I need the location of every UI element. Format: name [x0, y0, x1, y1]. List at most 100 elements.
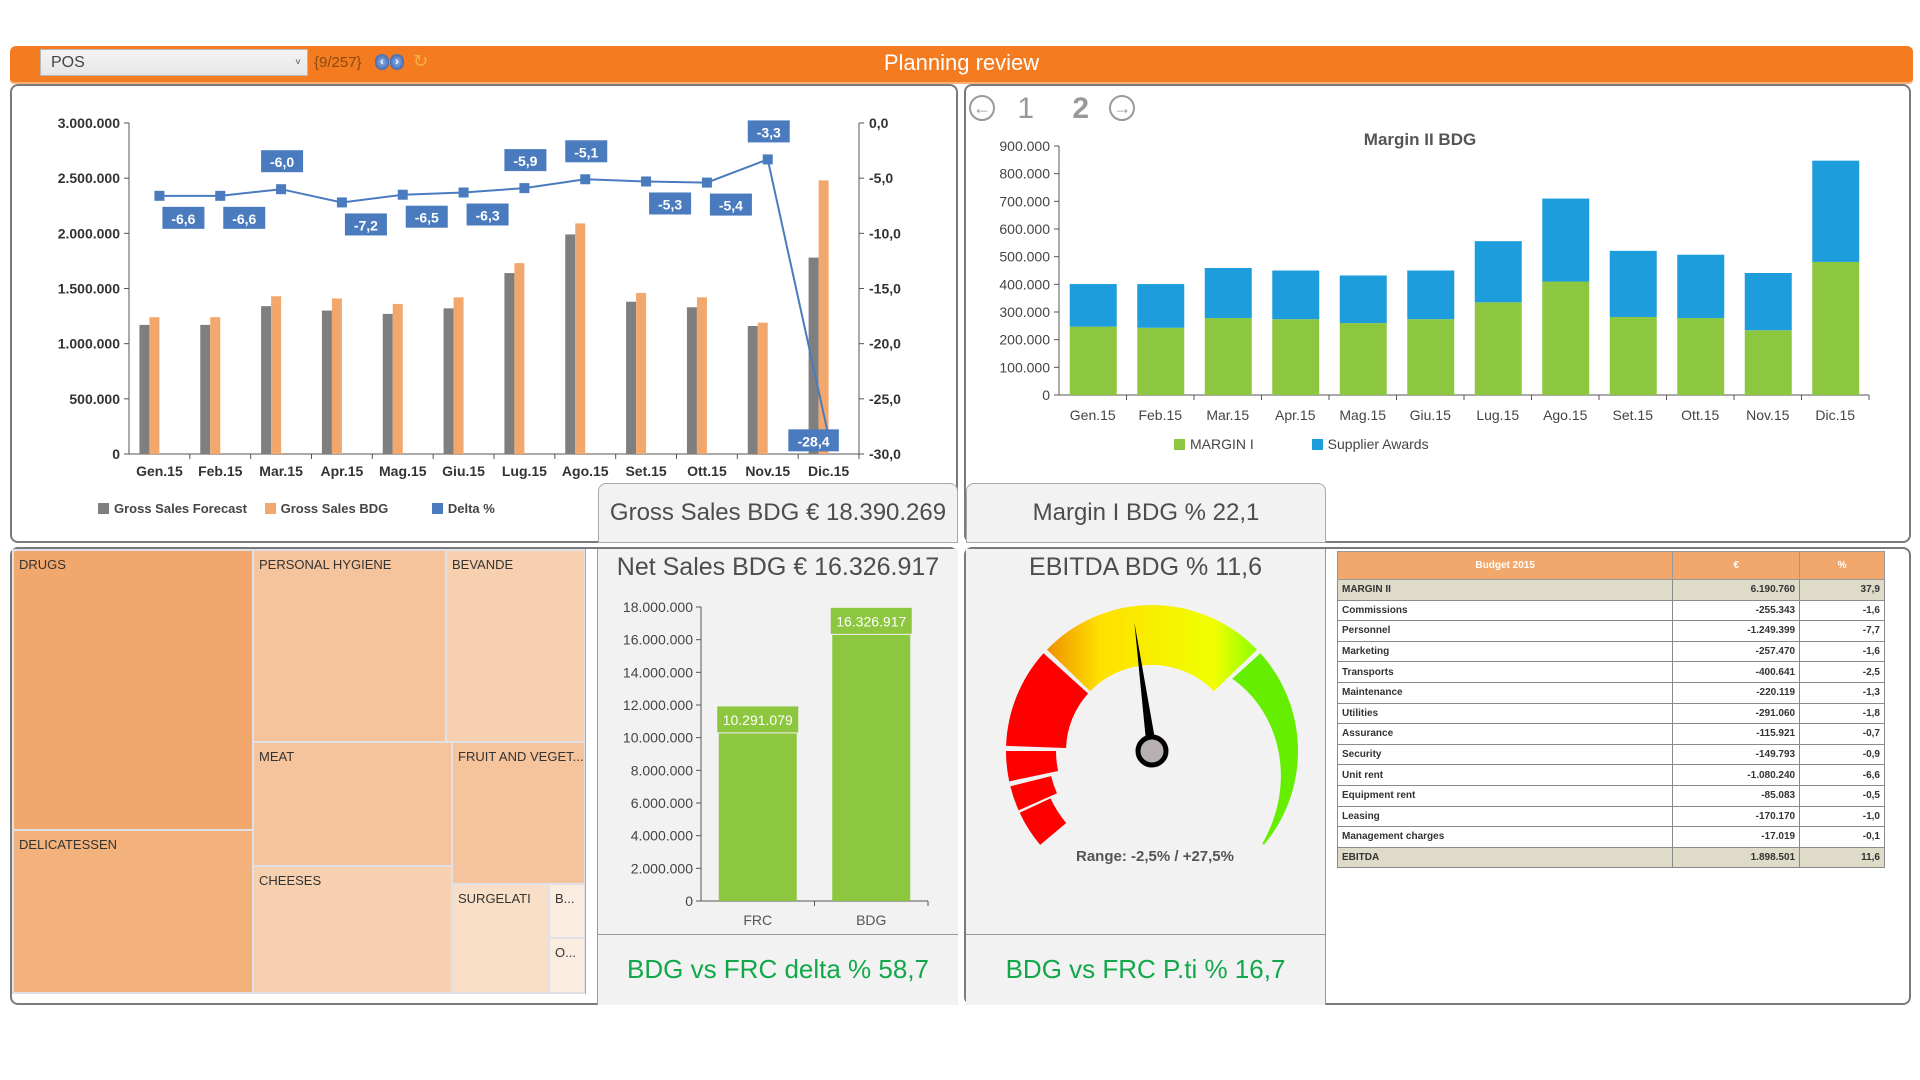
bar-supplier-awards	[1812, 160, 1860, 262]
bar-margin1	[1137, 327, 1185, 395]
y-tick-label: 900.000	[999, 138, 1050, 154]
bar-forecast	[504, 273, 515, 454]
x-tick-label: Mag.15	[379, 463, 427, 479]
budget-row-pct: -7,7	[1799, 620, 1885, 642]
right-tick-label: -5,0	[869, 170, 893, 186]
budget-row-pct: -1,8	[1799, 702, 1885, 725]
y-tick-label: 300.000	[999, 304, 1050, 320]
treemap-cell[interactable]: MEAT	[254, 743, 451, 865]
treemap-cell[interactable]: PERSONAL HYGIENE	[254, 551, 445, 741]
delta-label: -28,4	[798, 433, 830, 449]
treemap-cell-label: DELICATESSEN	[19, 837, 118, 852]
bar-supplier-awards	[1542, 198, 1590, 282]
x-tick-label: Feb.15	[1138, 407, 1182, 423]
y-tick-label: 600.000	[999, 221, 1050, 237]
left-tick-label: 1.500.000	[58, 281, 120, 297]
bar-margin1	[1609, 316, 1657, 395]
budget-row-label: Maintenance	[1336, 681, 1674, 704]
bar-budget	[514, 263, 525, 454]
treemap-cell[interactable]: DELICATESSEN	[14, 831, 252, 992]
bar-supplier-awards	[1272, 270, 1320, 320]
col-header-pct: %	[1799, 551, 1885, 580]
x-tick-label: Set.15	[1613, 407, 1654, 423]
budget-row-pct: -1,0	[1799, 805, 1885, 828]
treemap-cell[interactable]: O...	[550, 939, 584, 992]
gross-sales-kpi: Gross Sales BDG € 18.390.269	[598, 483, 958, 543]
y-tick-label: 2.000.000	[631, 860, 693, 876]
treemap-cell[interactable]: DRUGS	[14, 551, 252, 829]
bar-supplier-awards	[1677, 254, 1725, 319]
treemap-cell-label: CHEESES	[259, 873, 322, 888]
delta-label: -5,9	[513, 153, 537, 169]
treemap-cell[interactable]: SURGELATI	[453, 885, 548, 992]
bar-forecast	[321, 310, 332, 454]
delta-marker	[336, 197, 347, 208]
treemap-cell[interactable]: B...	[550, 885, 584, 937]
y-tick-label: 700.000	[999, 193, 1050, 209]
treemap-cell[interactable]: CHEESES	[254, 867, 451, 992]
budget-row-eur: -257.470	[1672, 640, 1801, 663]
bar-forecast	[686, 307, 697, 454]
budget-row: Utilities -291.060 -1,8	[1336, 702, 1885, 725]
budget-row-pct: -0,9	[1799, 743, 1885, 766]
right-tick-label: -25,0	[869, 391, 901, 407]
y-tick-label: 12.000.000	[623, 697, 693, 713]
bar-forecast	[443, 308, 454, 454]
bar-supplier-awards	[1407, 270, 1455, 320]
x-tick-label: Apr.15	[321, 463, 364, 479]
x-tick-label: Giu.15	[1410, 407, 1451, 423]
x-tick-label: Apr.15	[1275, 407, 1316, 423]
budget-row: Unit rent -1.080.240 -6,6	[1336, 764, 1885, 786]
budget-row-label: Management charges	[1336, 826, 1674, 848]
left-tick-label: 500.000	[69, 391, 120, 407]
ebitda-delta: BDG vs FRC P.ti % 16,7	[1005, 954, 1286, 984]
budget-row-label: Personnel	[1336, 620, 1674, 642]
net-sales-delta: BDG vs FRC delta % 58,7	[627, 954, 929, 984]
bar-budget	[271, 296, 282, 454]
ebitda-gauge: Range: -2,5% / +27,5%	[1006, 605, 1298, 865]
divider	[598, 934, 958, 935]
treemap-cell[interactable]: FRUIT AND VEGET...	[453, 743, 584, 883]
x-tick-label: Ott.15	[687, 463, 727, 479]
bar-budget	[696, 297, 707, 454]
bottom-left-panel: DRUGS DELICATESSEN PERSONAL HYGIENE BEVANDE…	[10, 547, 958, 1005]
delta-label: -5,3	[658, 196, 682, 212]
bar-budget	[392, 303, 403, 454]
bar-supplier-awards	[1069, 284, 1117, 327]
delta-label: -6,0	[270, 154, 294, 170]
margin2-chart: Margin II BDG 0 100.000 200.000 300.000 400.0…	[999, 130, 1870, 423]
delta-label: -5,4	[719, 198, 743, 214]
y-tick-label: 8.000.000	[631, 762, 693, 778]
budget-row-label: Equipment rent	[1336, 784, 1674, 807]
x-tick-label: Set.15	[625, 463, 666, 479]
x-tick-label: Lug.15	[1476, 407, 1519, 423]
legend-budget: Gross Sales BDG	[264, 501, 388, 516]
treemap-cell-label: BEVANDE	[452, 557, 514, 572]
budget-row: Management charges -17.019 -0,1	[1336, 826, 1885, 848]
delta-marker	[397, 189, 408, 200]
y-tick-label: 18.000.000	[623, 599, 693, 615]
budget-row-eur: -291.060	[1672, 702, 1801, 725]
bar-budget	[210, 317, 221, 454]
delta-marker	[701, 177, 712, 188]
net-sales-label: 16.326.917	[836, 613, 906, 629]
treemap-cell-label: B...	[555, 891, 575, 906]
margin2-panel: ← 1 2 → Margin II BDG 0 100.000 200.000 300.…	[964, 84, 1911, 543]
gauge-hub	[1135, 734, 1169, 768]
budget-row-eur: -400.641	[1672, 661, 1801, 683]
delta-label: -6,6	[232, 211, 256, 227]
treemap-cell[interactable]: BEVANDE	[447, 551, 584, 741]
right-tick-label: -10,0	[869, 225, 901, 241]
budget-row: Personnel -1.249.399 -7,7	[1336, 620, 1885, 642]
budget-row-pct: 11,6	[1799, 846, 1885, 869]
delta-marker	[154, 190, 165, 201]
ebitda-card: EBITDA BDG % 11,6 Range: -2,5% / +27,5% …	[966, 549, 1326, 1005]
legend-supplier-awards: Supplier Awards	[1311, 436, 1429, 452]
bar-budget	[757, 322, 768, 454]
y-tick-label: 100.000	[999, 359, 1050, 375]
budget-row-eur: -220.119	[1672, 681, 1801, 704]
budget-row: Marketing -257.470 -1,6	[1336, 640, 1885, 663]
y-tick-label: 0	[685, 893, 693, 909]
y-tick-label: 16.000.000	[623, 632, 693, 648]
left-tick-label: 2.500.000	[58, 170, 120, 186]
